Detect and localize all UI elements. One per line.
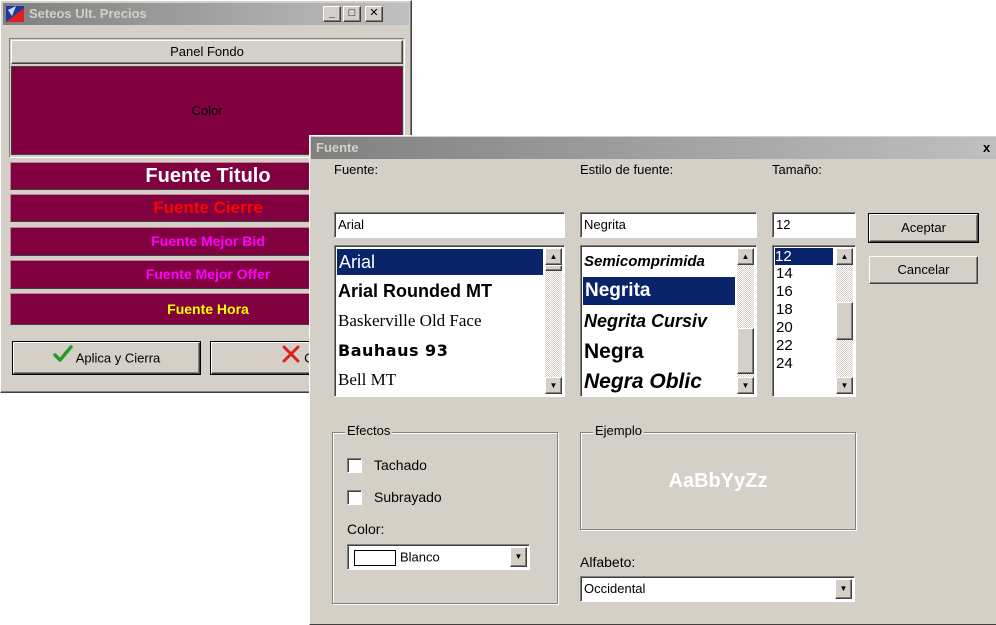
scroll-down-arrow-icon[interactable]: ▼ xyxy=(545,377,562,394)
font-size-list[interactable]: 12 14 16 18 20 22 24 ▲ ▼ xyxy=(772,245,856,397)
underline-label: Subrayado xyxy=(374,489,442,505)
ok-button[interactable]: Aceptar xyxy=(869,214,978,242)
scroll-up-arrow-icon[interactable]: ▲ xyxy=(545,248,562,265)
size-list-item[interactable]: 12 xyxy=(775,248,833,265)
font-list-item-baskerville[interactable]: Baskerville Old Face xyxy=(338,308,482,334)
font-dialog-title: Fuente xyxy=(316,140,359,155)
color-preview-swatch xyxy=(354,549,396,566)
chevron-down-icon[interactable]: ▼ xyxy=(510,547,527,567)
style-list-item-black-oblique[interactable]: Negra Oblic xyxy=(584,367,736,396)
font-list-item-bauhaus[interactable]: Bauhaus 93 xyxy=(338,338,448,364)
effects-group-label: Efectos xyxy=(345,423,393,438)
font-name-list[interactable]: Arial Arial Rounded MT Baskerville Old F… xyxy=(334,245,565,397)
apply-close-button[interactable]: Aplica y Cierra xyxy=(13,342,200,374)
effects-group xyxy=(332,432,558,604)
size-list-scrollbar[interactable]: ▲ ▼ xyxy=(836,248,853,394)
maximize-button[interactable]: □ xyxy=(343,6,361,22)
color-combo[interactable]: Blanco ▼ xyxy=(347,544,530,570)
checkmark-icon xyxy=(52,344,73,374)
font-list-item-bell[interactable]: Bell MT xyxy=(338,367,396,393)
underline-checkbox[interactable] xyxy=(347,490,362,505)
sample-text: AaBbYyZz xyxy=(668,470,768,492)
font-name-label: Fuente: xyxy=(334,162,379,177)
font-list-item-arial-rounded[interactable]: Arial Rounded MT xyxy=(338,278,492,304)
script-label: Alfabeto: xyxy=(580,554,636,570)
style-list-item-bold-italic[interactable]: Negrita Cursiv xyxy=(584,307,736,335)
size-list-item[interactable]: 24 xyxy=(776,355,793,372)
minimize-button[interactable]: _ xyxy=(323,6,341,22)
size-list-item[interactable]: 18 xyxy=(776,301,793,318)
strikeout-checkbox[interactable] xyxy=(347,458,362,473)
color-combo-value: Blanco xyxy=(400,549,440,565)
close-button[interactable]: ✕ xyxy=(365,6,383,22)
color-label: Color: xyxy=(347,521,385,537)
app-icon xyxy=(6,6,24,22)
font-dialog: Fuente x Fuente: Arial Arial Arial Round… xyxy=(309,135,996,625)
scroll-down-arrow-icon[interactable]: ▼ xyxy=(737,377,754,394)
scroll-down-arrow-icon[interactable]: ▼ xyxy=(836,377,853,394)
font-size-input[interactable]: 12 xyxy=(772,212,856,238)
cancel-dialog-button[interactable]: Cancelar xyxy=(869,256,978,284)
font-style-label: Estilo de fuente: xyxy=(580,162,674,177)
size-list-item[interactable]: 22 xyxy=(776,337,793,354)
font-size-label: Tamaño: xyxy=(772,162,822,177)
scroll-up-arrow-icon[interactable]: ▲ xyxy=(737,248,754,265)
settings-titlebar[interactable]: Seteos Ult. Precios _ □ ✕ xyxy=(3,3,409,25)
size-list-item[interactable]: 20 xyxy=(776,319,793,336)
style-list-item-semicondensed[interactable]: Semicomprimida xyxy=(584,250,705,274)
strikeout-label: Tachado xyxy=(374,457,427,473)
font-list-scrollbar[interactable]: ▲ ▼ xyxy=(545,248,562,394)
sample-group-label: Ejemplo xyxy=(593,423,644,438)
scroll-thumb[interactable] xyxy=(545,265,562,271)
dialog-close-button[interactable]: x xyxy=(983,137,990,159)
font-list-item-arial[interactable]: Arial xyxy=(337,249,543,275)
chevron-down-icon[interactable]: ▼ xyxy=(835,579,852,599)
style-list-scrollbar[interactable]: ▲ ▼ xyxy=(737,248,754,394)
panel-fondo-header[interactable]: Panel Fondo xyxy=(11,40,403,64)
script-combo-value: Occidental xyxy=(584,581,646,596)
size-list-item[interactable]: 14 xyxy=(776,265,793,282)
script-combo[interactable]: Occidental ▼ xyxy=(580,576,855,602)
apply-close-label: Aplica y Cierra xyxy=(75,350,161,366)
scroll-thumb[interactable] xyxy=(737,328,754,374)
font-dialog-titlebar[interactable]: Fuente x xyxy=(311,137,996,159)
font-name-input[interactable]: Arial xyxy=(334,212,565,238)
font-style-list[interactable]: Semicomprimida Negrita Negrita Cursiv Ne… xyxy=(580,245,757,397)
style-list-item-bold[interactable]: Negrita xyxy=(583,277,735,305)
red-x-icon xyxy=(281,344,301,374)
style-list-item-black[interactable]: Negra xyxy=(584,337,736,367)
settings-title: Seteos Ult. Precios xyxy=(29,6,147,21)
scroll-thumb[interactable] xyxy=(836,302,853,340)
size-list-item[interactable]: 16 xyxy=(776,283,793,300)
font-style-input[interactable]: Negrita xyxy=(580,212,757,238)
scroll-up-arrow-icon[interactable]: ▲ xyxy=(836,248,853,265)
